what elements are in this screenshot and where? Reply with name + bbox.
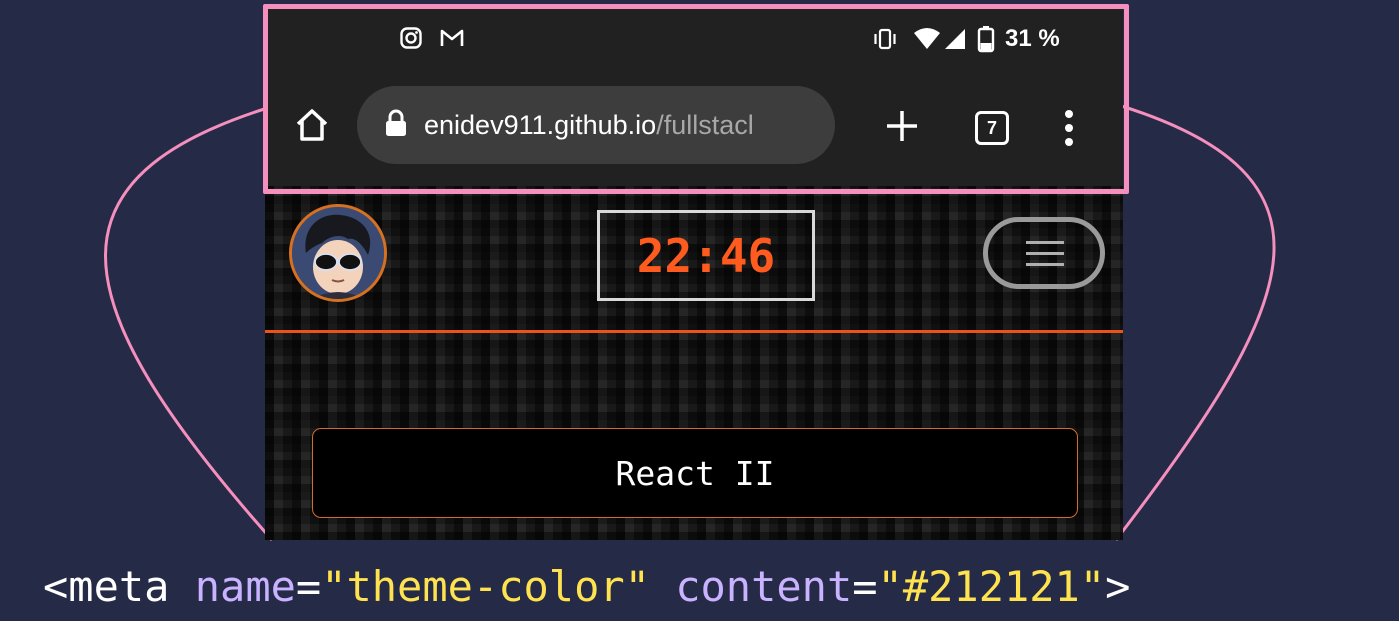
more-icon[interactable]: [1063, 108, 1075, 152]
tag-open: <: [43, 562, 69, 611]
plus-icon[interactable]: [885, 109, 919, 147]
url-path: /fullstacl: [656, 109, 754, 140]
tag-close: >: [1105, 562, 1131, 611]
tab-count: 7: [986, 118, 997, 138]
wifi-icon: [913, 27, 941, 55]
attr-name-value: "theme-color": [321, 562, 650, 611]
home-icon[interactable]: [293, 106, 331, 148]
attr-content-value: "#212121": [877, 562, 1106, 611]
signal-icon: [943, 27, 967, 55]
tabs-icon[interactable]: 7: [975, 111, 1009, 145]
hamburger-menu-button[interactable]: [983, 217, 1105, 289]
clock-display: 22:46: [597, 210, 815, 301]
address-bar[interactable]: enidev911.github.io/fullstacl: [357, 86, 835, 164]
menu-line-middle: [1026, 252, 1064, 255]
meta-tag-snippet: <meta name="theme-color" content="#21212…: [43, 562, 1130, 612]
attr-content: content: [675, 562, 853, 611]
website-content: 22:46 React II: [265, 186, 1123, 540]
phone-screen: 31 % enidev911.github.io/fullstacl 7 22:…: [265, 6, 1123, 540]
browser-toolbar: enidev911.github.io/fullstacl 7: [265, 80, 1123, 170]
equals-2: =: [852, 562, 878, 611]
avatar[interactable]: [289, 204, 387, 302]
tag-name: meta: [68, 562, 170, 611]
attr-name: name: [194, 562, 296, 611]
vibrate-icon: [872, 28, 898, 54]
url-host: enidev911.github.io: [424, 109, 657, 140]
avatar-illustration: [292, 207, 384, 299]
battery-percentage: 31 %: [1005, 25, 1060, 52]
battery-icon: [977, 25, 995, 57]
lock-icon: [384, 108, 408, 142]
status-bar: 31 %: [265, 6, 1123, 76]
browser-chrome: 31 % enidev911.github.io/fullstacl 7: [265, 6, 1123, 186]
instagram-icon: [399, 26, 423, 54]
header-divider: [265, 330, 1123, 333]
menu-line-top: [1026, 241, 1064, 244]
menu-line-bottom: [1026, 263, 1064, 266]
equals-1: =: [295, 562, 322, 611]
gmail-icon: [439, 26, 465, 54]
course-button-react-ii[interactable]: React II: [312, 428, 1078, 518]
